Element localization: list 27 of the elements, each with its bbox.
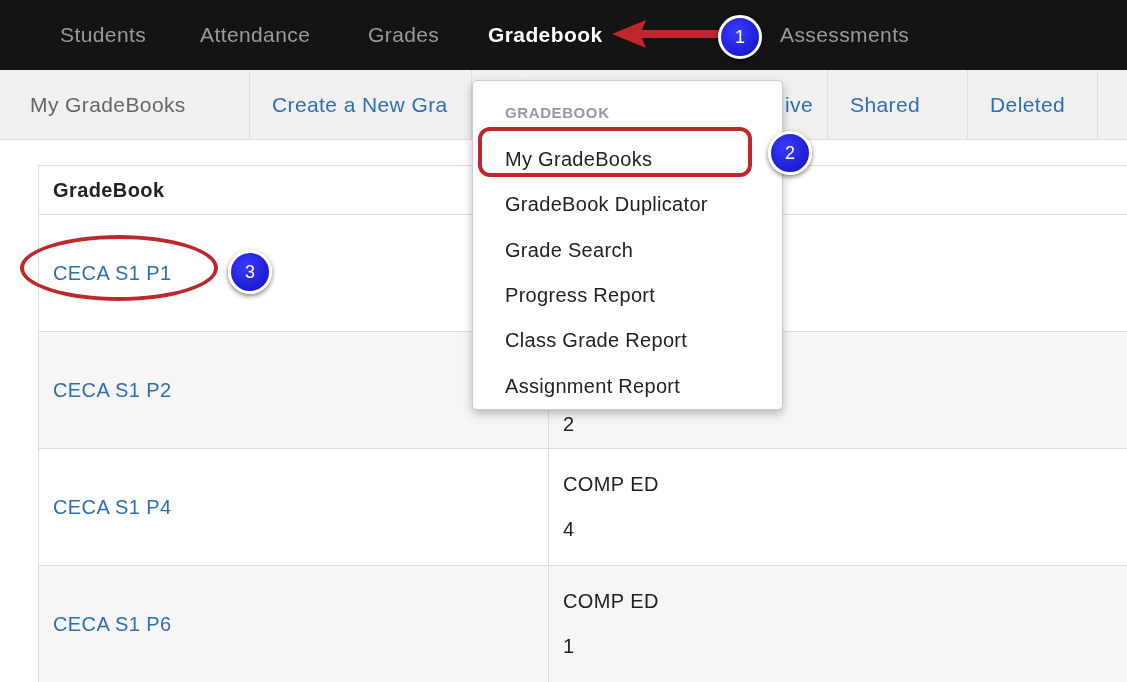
subnav-link[interactable]: Deleted — [990, 92, 1066, 117]
subnav-link[interactable]: Shared — [850, 92, 921, 117]
subnav-link[interactable]: ive — [785, 92, 814, 117]
nav-tab[interactable]: Grades — [368, 23, 440, 47]
menu-item[interactable]: GradeBook Duplicator — [505, 181, 708, 228]
menu-item[interactable]: My GradeBooks — [505, 136, 653, 182]
step-number-badge: 3 — [228, 250, 272, 294]
menu-item[interactable]: Progress Report — [505, 272, 656, 319]
gradebook-link[interactable]: CECA S1 P4 — [53, 495, 172, 519]
table-cell-text: 1 — [563, 635, 575, 658]
subnav-item[interactable]: My GradeBooks — [30, 92, 186, 117]
nav-tab[interactable]: Students — [60, 23, 147, 47]
menu-item[interactable]: Class Grade Report — [505, 318, 688, 364]
gradebook-link[interactable]: CECA S1 P6 — [53, 612, 172, 636]
table-cell-text: COMP ED — [563, 590, 659, 613]
subnav-link[interactable]: Create a New Gra — [272, 92, 448, 117]
table-cell-text: COMP ED — [563, 473, 659, 496]
menu-item[interactable]: Grade Search — [505, 227, 634, 273]
table-cell-text: 4 — [563, 518, 575, 541]
gradebook-link[interactable]: CECA S1 P2 — [53, 378, 172, 402]
nav-tab[interactable]: Assessments — [780, 23, 910, 47]
nav-tab[interactable]: Attendance — [200, 23, 311, 47]
menu-item[interactable]: Assignment Report — [505, 363, 681, 409]
column-header: GradeBook — [53, 178, 165, 202]
table-cell-text: 2 — [563, 413, 575, 436]
menu-header: GRADEBOOK — [505, 103, 610, 124]
gradebook-link[interactable]: CECA S1 P1 — [53, 261, 172, 285]
